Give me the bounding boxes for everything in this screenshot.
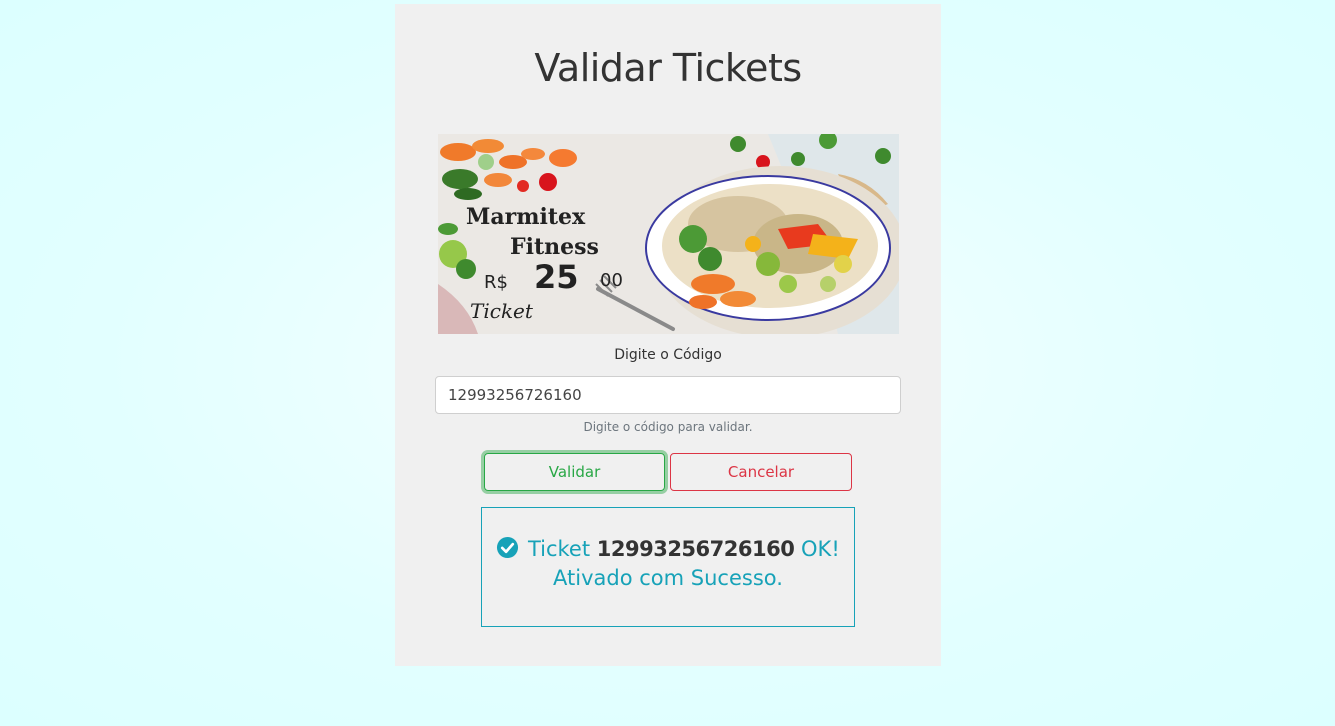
banner-ticket-word: Ticket [470,299,534,323]
success-alert: Ticket 12993256726160 OK! Ativado com Su… [481,507,855,627]
page-title: Validar Tickets [534,46,802,90]
marmitex-ticket-banner: Marmitex Fitness R$ 25 00 Ticket [438,134,899,334]
result-ok: OK! [801,537,840,561]
cancel-button[interactable]: Cancelar [670,453,852,491]
validation-card: Validar Tickets Marmitex Fitness R$ 25 0… [395,4,941,666]
code-help-text: Digite o código para validar. [583,420,753,434]
result-prefix: Ticket [527,537,591,561]
success-alert-line1: Ticket 12993256726160 OK! [482,535,854,564]
banner-line2: Fitness [510,234,599,260]
banner-currency: R$ [484,272,508,293]
code-input[interactable] [435,376,901,414]
result-ticket-code: 12993256726160 [596,537,795,561]
banner-cents: 00 [600,270,623,291]
code-label: Digite o Código [614,347,722,363]
validate-button[interactable]: Validar [484,453,665,491]
banner-price: 25 [534,258,579,296]
banner-line1: Marmitex [466,204,586,230]
result-message: Ativado com Sucesso. [553,566,783,590]
check-circle-icon [497,536,519,559]
